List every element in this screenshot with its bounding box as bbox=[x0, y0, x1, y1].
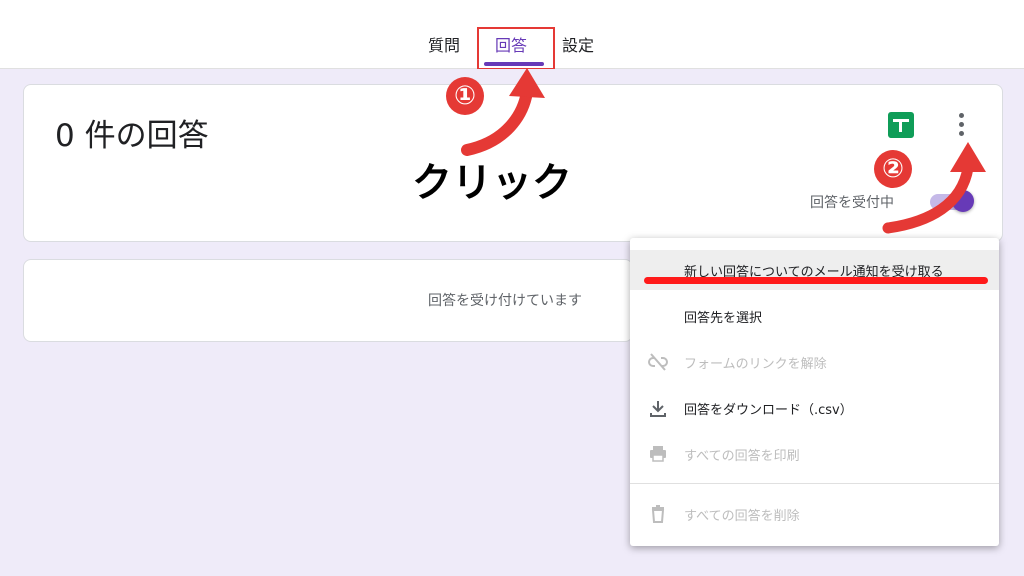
tab-settings[interactable]: 設定 bbox=[562, 32, 594, 56]
click-annotation-label: クリック bbox=[412, 160, 572, 206]
menu-item-download-csv[interactable]: 回答をダウンロード（.csv） bbox=[630, 388, 999, 428]
menu-item-delete-all[interactable]: すべての回答を削除 bbox=[630, 494, 999, 534]
step-1-arrow-icon bbox=[461, 68, 545, 156]
step-2-arrow-icon bbox=[882, 142, 986, 234]
menu-item-label: すべての回答を削除 bbox=[684, 509, 800, 524]
annotation-underline bbox=[644, 277, 988, 284]
more-vert-icon[interactable] bbox=[958, 113, 966, 137]
menu-item-print-all[interactable]: すべての回答を印刷 bbox=[630, 434, 999, 474]
menu-item-select-destination[interactable]: 回答先を選択 bbox=[630, 296, 999, 336]
menu-item-email-notifications[interactable]: 新しい回答についてのメール通知を受け取る bbox=[630, 250, 999, 290]
trash-icon bbox=[651, 505, 665, 523]
menu-item-unlink-form[interactable]: フォームのリンクを解除 bbox=[630, 342, 999, 382]
download-icon bbox=[650, 401, 666, 417]
menu-divider bbox=[630, 483, 999, 484]
tab-questions[interactable]: 質問 bbox=[428, 32, 460, 56]
accepting-responses-message: 回答を受け付けています bbox=[428, 293, 582, 309]
responses-options-menu: 新しい回答についてのメール通知を受け取る 回答先を選択 フォームのリンクを解除 … bbox=[630, 238, 999, 546]
sheets-icon[interactable] bbox=[888, 112, 914, 138]
menu-item-label: 回答先を選択 bbox=[684, 311, 763, 326]
menu-item-label: フォームのリンクを解除 bbox=[684, 357, 827, 372]
link-off-icon bbox=[648, 353, 668, 371]
response-count-title: 0 件の回答 bbox=[55, 118, 209, 154]
menu-item-label: すべての回答を印刷 bbox=[684, 449, 800, 464]
menu-item-label: 回答をダウンロード（.csv） bbox=[684, 403, 853, 418]
print-icon bbox=[650, 446, 666, 462]
